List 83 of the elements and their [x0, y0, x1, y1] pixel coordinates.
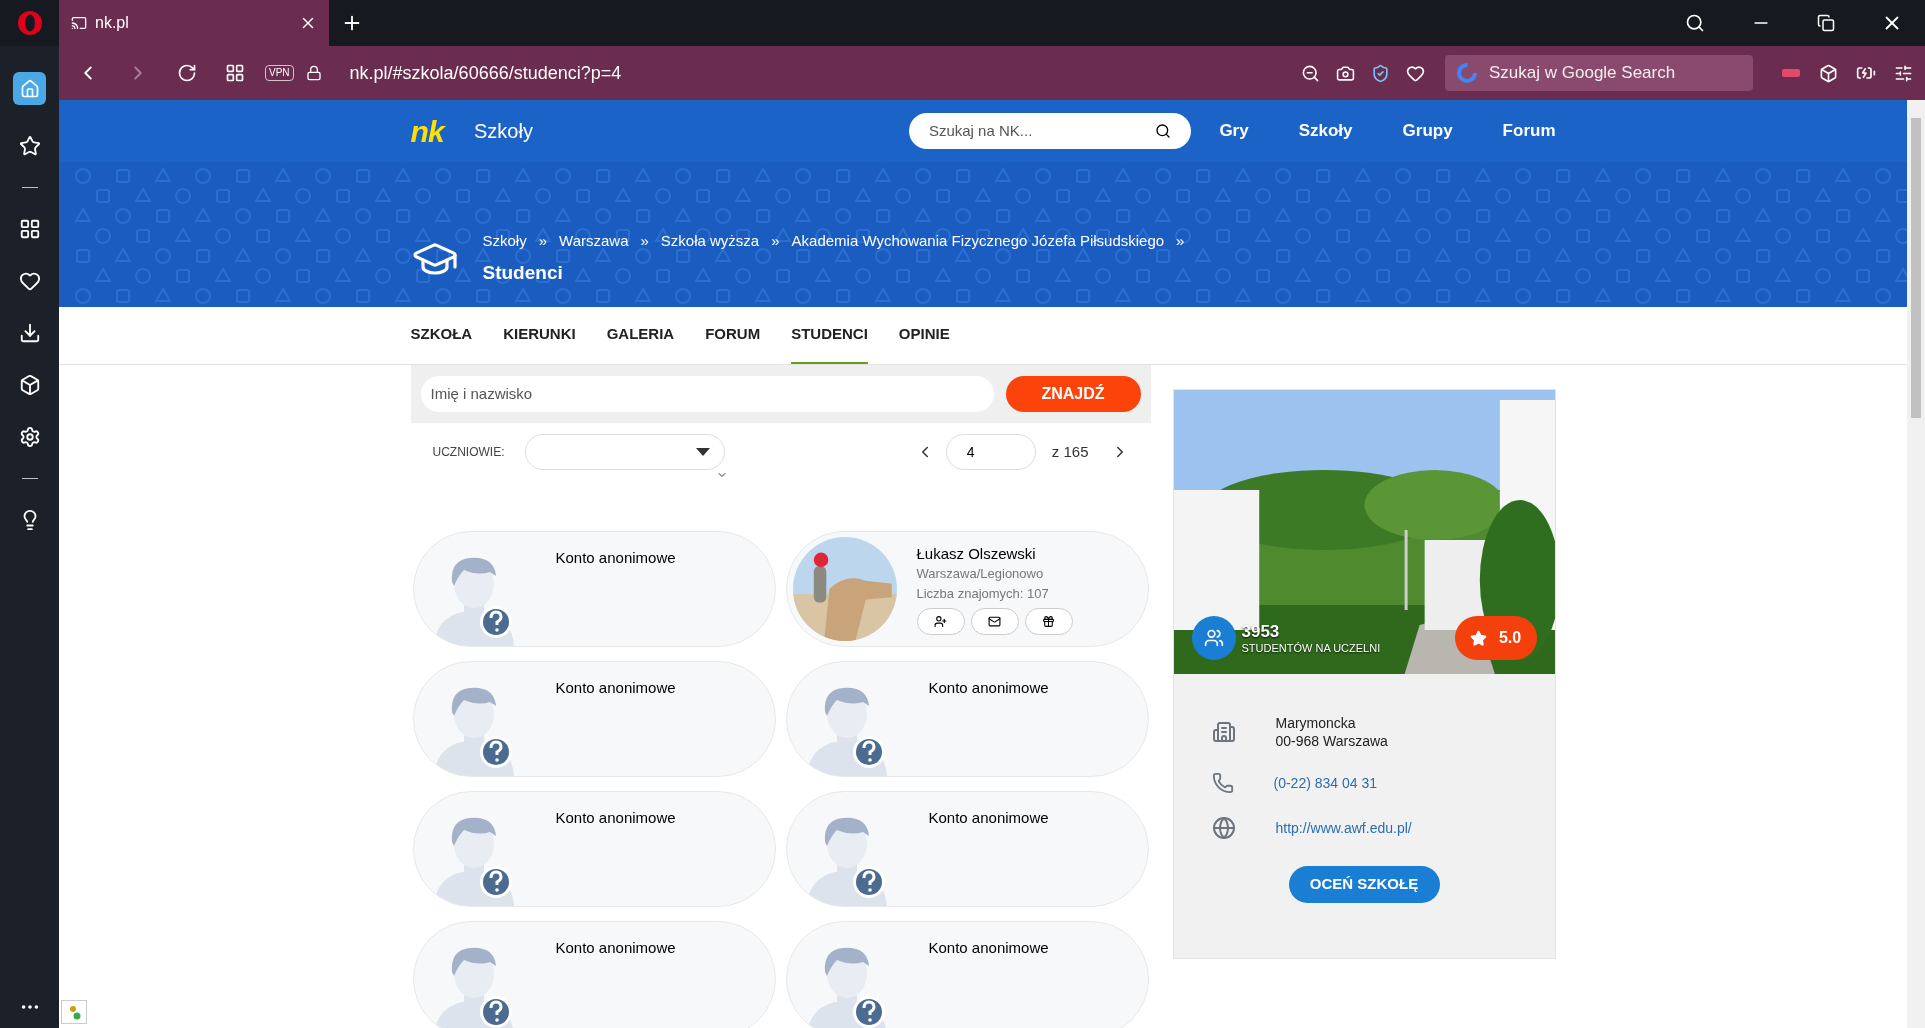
cube-icon[interactable] [18, 374, 41, 396]
section-title[interactable]: Szkoły [474, 116, 533, 146]
browser-logo-icon [16, 10, 43, 36]
gift-icon [1042, 614, 1055, 628]
website-link[interactable]: http://www.awf.edu.pl/ [1275, 817, 1412, 839]
phone-link[interactable]: (0-22) 834 04 31 [1273, 772, 1378, 794]
breadcrumb-link[interactable]: Warszawa [559, 230, 629, 253]
student-name[interactable]: Konto anonimowe [928, 939, 1049, 956]
users-icon [1203, 628, 1224, 648]
add-user-icon [934, 614, 947, 628]
name-search-field[interactable]: Imię i nazwisko [420, 376, 994, 412]
nav-link[interactable]: Grupy [1402, 118, 1453, 144]
settings-icon[interactable] [1894, 63, 1913, 83]
phone-icon [1211, 772, 1234, 794]
student-location: Warszawa/Legionowo [916, 564, 1045, 583]
breadcrumb-separator: » [1176, 231, 1185, 251]
students-label: STUDENTÓW NA UCZELNI [1241, 641, 1381, 656]
cube-icon[interactable] [1819, 63, 1838, 83]
dropdown-arrow-icon [695, 448, 710, 456]
heart-icon[interactable] [18, 270, 41, 292]
student-name[interactable]: Łukasz Olszewski [916, 543, 1073, 564]
breadcrumb-link[interactable]: Szkoły [482, 230, 527, 253]
globe-icon [1211, 816, 1236, 840]
breadcrumb-link[interactable]: Akademia Wychowania Fizycznego Józefa Piłsudskiego [791, 230, 1165, 253]
add-friend-button[interactable] [916, 607, 965, 635]
students-count: 3953 [1241, 620, 1281, 642]
home-icon [19, 78, 40, 99]
building-icon [1211, 720, 1236, 744]
rate-school-button[interactable]: OCEŃ SZKOŁĘ [1288, 866, 1440, 903]
reload-icon[interactable] [177, 63, 197, 83]
search-icon [1155, 123, 1172, 139]
google-icon [1457, 63, 1477, 83]
section-tab[interactable]: KIERUNKI [503, 307, 576, 364]
address-line: 00-968 Warszawa [1275, 732, 1388, 750]
home-button[interactable] [13, 72, 46, 105]
message-button[interactable] [970, 607, 1019, 635]
gift-button[interactable] [1024, 607, 1073, 635]
friends-count: Liczba znajomych: 107 [916, 584, 1050, 603]
extension-icon[interactable] [1781, 66, 1801, 80]
section-tab[interactable]: FORUM [705, 307, 761, 364]
site-search-field[interactable]: Szukaj na NK... [908, 113, 1192, 149]
section-tab[interactable]: SZKOŁA [410, 307, 473, 364]
heart-icon[interactable] [1406, 63, 1425, 83]
status-icon [67, 1004, 81, 1020]
settings-icon[interactable] [18, 426, 41, 448]
shield-icon[interactable] [1371, 63, 1390, 83]
section-tab[interactable]: OPINIE [898, 307, 950, 364]
student-name[interactable]: Konto anonimowe [928, 679, 1049, 696]
nav-link[interactable]: Szkoły [1298, 118, 1353, 144]
find-button[interactable]: ZNAJDŹ [1005, 376, 1141, 412]
grid-icon[interactable] [225, 63, 245, 83]
star-icon [1469, 629, 1487, 647]
page-title: Studenci [482, 260, 564, 285]
nav-link[interactable]: Gry [1219, 118, 1249, 144]
breadcrumb-separator: » [771, 231, 780, 251]
site-logo[interactable]: nk [410, 108, 444, 154]
vpn-badge[interactable]: VPN [265, 65, 294, 81]
camera-icon[interactable] [1336, 63, 1355, 83]
lock-icon [305, 65, 322, 81]
breadcrumb-separator: » [538, 231, 548, 251]
zoom-icon[interactable] [1301, 63, 1320, 83]
search-icon[interactable] [1685, 13, 1705, 33]
restore-icon[interactable] [1817, 14, 1835, 32]
mail-icon [988, 614, 1001, 628]
browser-tab[interactable]: nk.pl [59, 0, 329, 46]
section-tab[interactable]: GALERIA [606, 307, 675, 364]
student-name[interactable]: Konto anonimowe [555, 549, 676, 566]
google-search-field[interactable]: Szukaj w Google Search [1445, 55, 1753, 91]
student-name[interactable]: Konto anonimowe [555, 679, 676, 696]
student-name[interactable]: Konto anonimowe [555, 809, 676, 826]
student-name[interactable]: Konto anonimowe [555, 939, 676, 956]
page-total: z 165 [1051, 441, 1089, 462]
cast-icon [71, 15, 87, 31]
star-icon[interactable] [18, 135, 41, 157]
url-text[interactable]: nk.pl/#szkola/60666/studenci?p=4 [349, 59, 622, 87]
breadcrumb-link[interactable]: Szkoła wyższa [660, 230, 760, 253]
grid-icon[interactable] [18, 218, 41, 240]
breadcrumb-separator: » [640, 231, 649, 251]
student-name[interactable]: Konto anonimowe [928, 809, 1049, 826]
nav-link[interactable]: Forum [1502, 118, 1556, 144]
address-line: Marymoncka [1275, 714, 1357, 732]
download-icon[interactable] [18, 322, 41, 344]
filter-label: UCZNIOWIE: [432, 444, 505, 461]
